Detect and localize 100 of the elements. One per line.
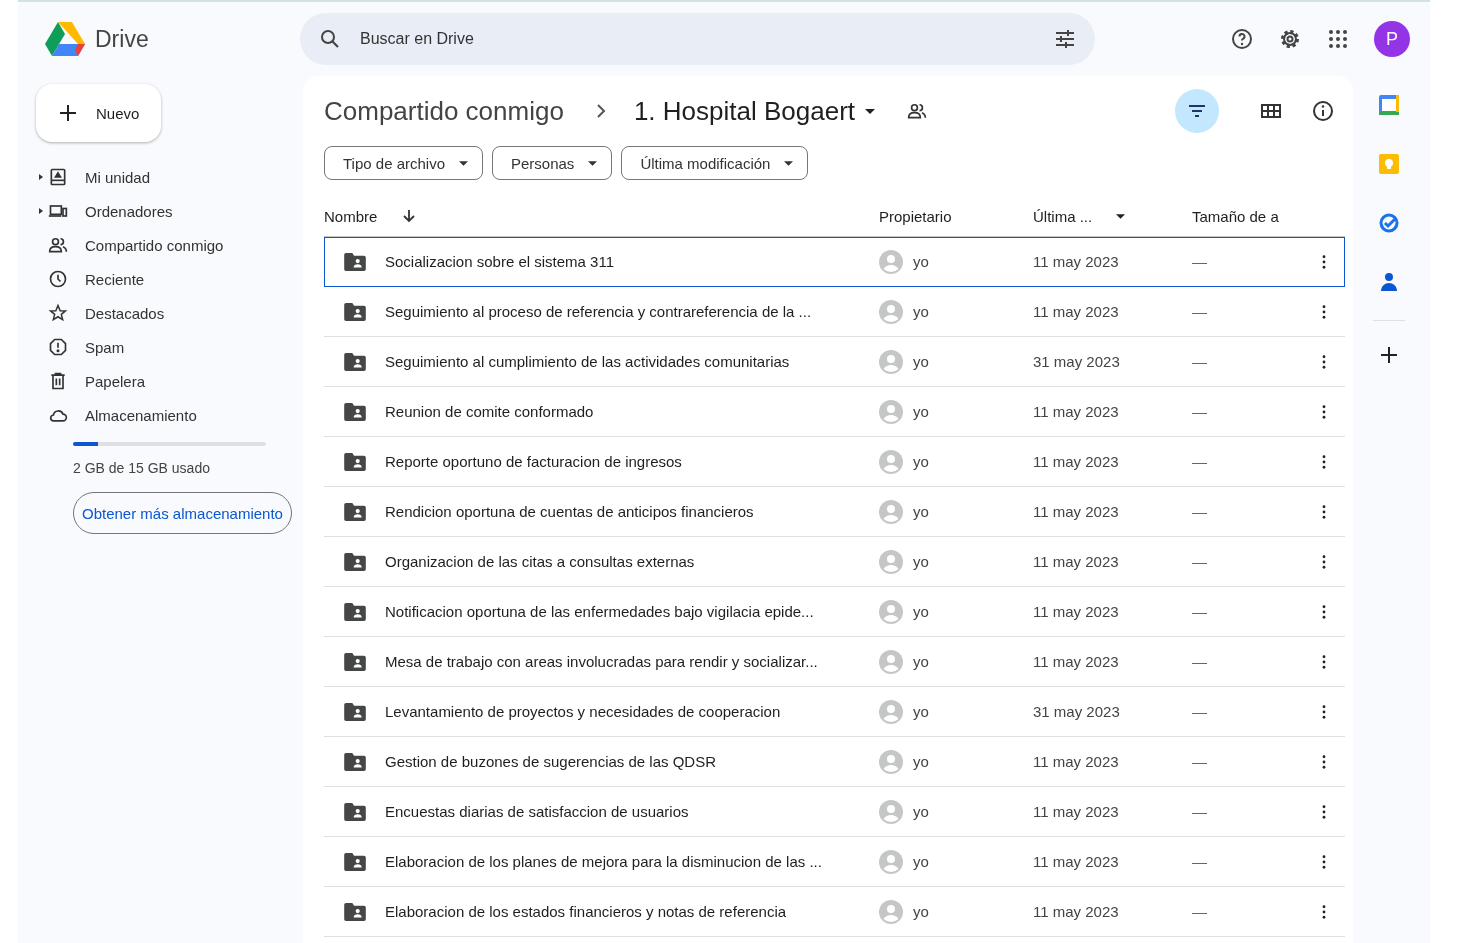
file-row[interactable]: Gestion de buzones de sugerencias de las QDSR yo 11 may 2023 — bbox=[324, 737, 1345, 787]
filter-toggle-button[interactable] bbox=[1175, 89, 1219, 133]
calendar-icon[interactable] bbox=[1378, 94, 1400, 116]
shared-people-icon[interactable] bbox=[907, 101, 928, 121]
more-options-icon[interactable] bbox=[1321, 754, 1326, 769]
avatar-icon bbox=[879, 699, 903, 724]
file-row[interactable]: Seguimiento al cumplimiento de las actividades comunitarias yo 31 may 2023 — bbox=[324, 337, 1345, 387]
owner-name: yo bbox=[913, 503, 929, 520]
file-row[interactable]: Seguimiento al proceso de referencia y contrareferencia de la ... yo 11 may 2023 — bbox=[324, 287, 1345, 337]
column-header[interactable]: Última ... bbox=[1033, 207, 1093, 225]
filter-chip[interactable]: Tipo de archivo bbox=[324, 146, 483, 180]
more-options-icon[interactable] bbox=[1321, 504, 1326, 519]
dropdown-caret-icon bbox=[784, 160, 794, 166]
file-size: — bbox=[1192, 653, 1207, 670]
dropdown-caret-icon bbox=[459, 160, 468, 166]
search-field[interactable]: Buscar en Drive bbox=[300, 13, 1095, 65]
file-row[interactable]: Elaboracion de los estados financieros y notas de referencia yo 11 may 2023 — bbox=[324, 887, 1345, 937]
file-row[interactable]: Reporte oportuno de facturacion de ingresos yo 11 may 2023 — bbox=[324, 437, 1345, 487]
file-name: Mesa de trabajo con areas involucradas para rendir y socializar... bbox=[385, 653, 818, 670]
app-name: Drive bbox=[95, 25, 149, 53]
column-header[interactable]: Nombre bbox=[324, 207, 378, 225]
more-options-icon[interactable] bbox=[1321, 304, 1326, 319]
task-check-icon[interactable] bbox=[1378, 212, 1400, 234]
modified-date: 11 may 2023 bbox=[1033, 903, 1119, 920]
shared-folder-icon bbox=[344, 852, 366, 871]
shared-folder-icon bbox=[344, 252, 366, 271]
sidebar-item[interactable]: Reciente bbox=[36, 262, 303, 296]
info-icon[interactable] bbox=[1311, 99, 1335, 123]
shared-folder-icon bbox=[344, 652, 366, 671]
shared-folder-icon bbox=[344, 752, 366, 771]
avatar-icon bbox=[879, 749, 903, 774]
file-row[interactable]: Organizacion de las citas a consultas externas yo 11 may 2023 — bbox=[324, 537, 1345, 587]
file-name: Seguimiento al proceso de referencia y contrareferencia de la ... bbox=[385, 303, 812, 320]
modified-date: 11 may 2023 bbox=[1033, 603, 1119, 620]
more-options-icon[interactable] bbox=[1321, 254, 1326, 269]
search-input[interactable]: Buscar en Drive bbox=[358, 29, 1037, 49]
avatar-icon bbox=[879, 449, 903, 474]
sidebar-item[interactable]: Papelera bbox=[36, 364, 303, 398]
file-size: — bbox=[1192, 503, 1207, 520]
more-options-icon[interactable] bbox=[1321, 704, 1326, 719]
file-row[interactable]: Mesa de trabajo con areas involucradas para rendir y socializar... yo 11 may 2023 — bbox=[324, 637, 1345, 687]
sidebar-item[interactable]: Spam bbox=[36, 330, 303, 364]
more-options-icon[interactable] bbox=[1321, 804, 1326, 819]
new-button[interactable]: Nuevo bbox=[36, 84, 162, 142]
more-options-icon[interactable] bbox=[1321, 554, 1326, 569]
file-name: Socializacion sobre el sistema 311 bbox=[385, 253, 614, 270]
more-options-icon[interactable] bbox=[1321, 854, 1326, 869]
expand-caret-icon[interactable] bbox=[39, 174, 43, 180]
help-icon[interactable] bbox=[1230, 27, 1254, 51]
owner-name: yo bbox=[913, 703, 929, 720]
shared-folder-icon bbox=[344, 352, 366, 371]
sidebar-item[interactable]: Compartido conmigo bbox=[36, 228, 303, 262]
avatar-icon bbox=[879, 599, 903, 624]
file-size: — bbox=[1192, 403, 1207, 420]
add-plus-icon[interactable] bbox=[1378, 344, 1400, 366]
sidebar-item[interactable]: Almacenamiento bbox=[36, 398, 303, 432]
column-header[interactable]: Propietario bbox=[879, 207, 952, 225]
dropdown-caret-icon bbox=[865, 108, 876, 114]
breadcrumb-item[interactable]: 1. Hospital Bogaert bbox=[633, 95, 880, 127]
file-row[interactable]: Encuestas diarias de satisfaccion de usuarios yo 11 may 2023 — bbox=[324, 787, 1345, 837]
dropdown-caret-icon[interactable] bbox=[1116, 213, 1126, 219]
owner-name: yo bbox=[913, 853, 929, 870]
file-row[interactable]: Reunion de comite conformado yo 11 may 2023 — bbox=[324, 387, 1345, 437]
spam-icon bbox=[48, 337, 68, 357]
avatar-icon bbox=[879, 399, 903, 424]
sidebar-item[interactable]: Ordenadores bbox=[36, 194, 303, 228]
filter-chip[interactable]: Última modificación bbox=[621, 146, 809, 180]
file-size: — bbox=[1192, 453, 1207, 470]
sidebar-item[interactable]: Destacados bbox=[36, 296, 303, 330]
breadcrumb-item[interactable]: Compartido conmigo bbox=[324, 95, 568, 127]
modified-date: 11 may 2023 bbox=[1033, 453, 1119, 470]
person-icon[interactable] bbox=[1378, 271, 1400, 293]
file-size: — bbox=[1192, 553, 1207, 570]
filter-chip[interactable]: Personas bbox=[492, 146, 613, 180]
account-avatar[interactable]: P bbox=[1374, 21, 1410, 57]
more-options-icon[interactable] bbox=[1321, 604, 1326, 619]
file-row[interactable]: Elaboracion de los planes de mejora para la disminucion de las ... yo 11 may 2023 — bbox=[324, 837, 1345, 887]
more-options-icon[interactable] bbox=[1321, 904, 1326, 919]
file-row[interactable]: Levantamiento de proyectos y necesidades de cooperacion yo 31 may 2023 — bbox=[324, 687, 1345, 737]
expand-caret-icon[interactable] bbox=[39, 208, 43, 214]
file-size: — bbox=[1192, 703, 1207, 720]
more-options-icon[interactable] bbox=[1321, 354, 1326, 369]
more-options-icon[interactable] bbox=[1321, 404, 1326, 419]
apps-grid-icon[interactable] bbox=[1326, 27, 1350, 51]
sidebar-item[interactable]: Mi unidad bbox=[36, 160, 303, 194]
modified-date: 11 may 2023 bbox=[1033, 803, 1119, 820]
file-row[interactable]: Rendicion oportuna de cuentas de anticipos financieros yo 11 may 2023 — bbox=[324, 487, 1345, 537]
drive-icon bbox=[48, 167, 68, 187]
file-row[interactable]: Notificacion oportuna de las enfermedades bajo vigilacia epide... yo 11 may 2023 — bbox=[324, 587, 1345, 637]
file-name: Organizacion de las citas a consultas externas bbox=[385, 553, 695, 570]
filter-options-icon[interactable] bbox=[1053, 27, 1077, 51]
modified-date: 11 may 2023 bbox=[1033, 503, 1119, 520]
column-header[interactable]: Tamaño de a bbox=[1192, 207, 1279, 225]
settings-icon[interactable] bbox=[1278, 27, 1302, 51]
file-name: Levantamiento de proyectos y necesidades de cooperacion bbox=[385, 703, 781, 720]
sort-down-arrow-icon[interactable] bbox=[401, 208, 418, 224]
more-options-icon[interactable] bbox=[1321, 454, 1326, 469]
avatar-icon bbox=[879, 899, 903, 924]
more-options-icon[interactable] bbox=[1321, 654, 1326, 669]
file-row[interactable]: Socializacion sobre el sistema 311 yo 11 may 2023 — bbox=[324, 237, 1345, 287]
